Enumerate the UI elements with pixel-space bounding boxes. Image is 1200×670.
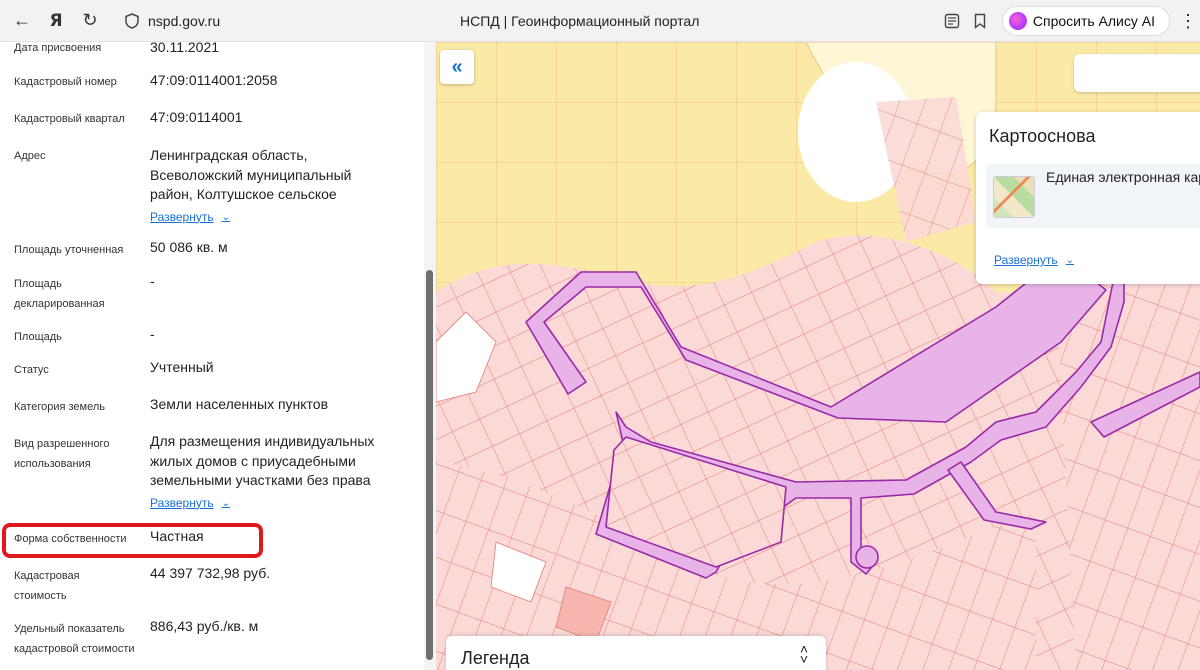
basemap-title: Картооснова <box>989 126 1096 146</box>
scrollbar-thumb[interactable] <box>426 270 433 660</box>
chevron-down-icon: ⌄ <box>221 497 230 509</box>
detail-value: Учтенный <box>150 359 214 375</box>
detail-value: 30.11.2021 <box>150 42 220 55</box>
detail-value: 47:09:0114001:2058 <box>150 72 278 88</box>
detail-label: Кадастровая стоимость <box>14 570 80 602</box>
chevron-down-icon: ⌄ <box>221 211 230 223</box>
detail-value-block: Ленинградская область, Всеволожский муни… <box>150 146 390 227</box>
detail-label: Площадь <box>14 331 62 343</box>
bookmark-icon[interactable] <box>966 7 994 35</box>
basemap-layer-name: Единая электронная картографическая осн … <box>1046 169 1200 185</box>
basemap-thumbnail <box>993 176 1035 218</box>
map-search-input[interactable] <box>1074 54 1200 92</box>
detail-value: - <box>150 273 155 289</box>
alice-button[interactable]: Спросить Алису AI <box>1001 6 1170 36</box>
detail-value-block: Для размещения индивидуальных жилых домо… <box>150 432 400 513</box>
detail-label: Статус <box>14 364 49 376</box>
detail-label: Площадь декларированная <box>14 278 105 310</box>
browser-toolbar: ← Я ↻ nspd.gov.ru НСПД | Геоинформационн… <box>0 0 1200 42</box>
alice-label: Спросить Алису AI <box>1032 13 1155 29</box>
expand-label: Развернуть <box>150 209 214 224</box>
ownership-highlight-frame <box>2 523 263 558</box>
detail-label: Кадастровый номер <box>14 76 117 88</box>
detail-value: Ленинградская область, Всеволожский муни… <box>150 147 352 202</box>
basemap-layer-item[interactable]: Единая электронная картографическая осн … <box>986 164 1200 228</box>
expand-collapse-icon[interactable]: ˄ ˅ <box>800 642 808 666</box>
detail-value: 886,43 руб./кв. м <box>150 618 259 634</box>
detail-value: 50 086 кв. м <box>150 239 228 255</box>
detail-value: Земли населенных пунктов <box>150 396 329 412</box>
expand-label: Развернуть <box>994 253 1058 267</box>
back-icon[interactable]: ← <box>8 7 36 35</box>
detail-label: Адрес <box>14 150 46 162</box>
detail-label: Кадастровый квартал <box>14 113 125 125</box>
detail-value: - <box>150 326 155 342</box>
legend-title: Легенда <box>461 648 530 668</box>
detail-label: Дата присвоения <box>14 42 102 54</box>
more-icon[interactable]: ⋮ <box>1176 6 1200 36</box>
object-details-panel: Дата присвоения 30.11.2021 Кадастровый н… <box>0 42 436 670</box>
alice-icon <box>1008 12 1027 30</box>
detail-label: Удельный показатель кадастровой стоимост… <box>14 623 135 655</box>
detail-label: Вид разрешенного использования <box>14 438 110 470</box>
page-title: НСПД | Геоинформационный портал <box>460 13 700 29</box>
yandex-logo-icon[interactable]: Я <box>42 7 70 35</box>
detail-value: Для размещения индивидуальных жилых домо… <box>150 433 375 488</box>
detail-label: Площадь уточненная <box>14 244 124 256</box>
legend-panel[interactable]: Легенда ˄ ˅ <box>446 636 826 670</box>
basemap-panel: Картооснова Единая электронная картограф… <box>976 112 1200 284</box>
map-canvas[interactable]: « Картооснова Единая электронная картогр… <box>436 42 1200 670</box>
expand-basemap-link[interactable]: Развернуть ⌄ <box>994 253 1074 267</box>
chevron-down-icon: ⌄ <box>1065 254 1074 266</box>
reader-mode-icon[interactable] <box>938 7 966 35</box>
detail-label: Категория земель <box>14 401 105 413</box>
reload-icon[interactable]: ↻ <box>76 7 104 35</box>
detail-value: 47:09:0114001 <box>150 109 243 125</box>
expand-address-link[interactable]: Развернуть ⌄ <box>150 208 230 228</box>
expand-label: Развернуть <box>150 495 214 510</box>
shield-icon[interactable] <box>122 11 142 31</box>
expand-usage-link[interactable]: Развернуть ⌄ <box>150 494 230 514</box>
collapse-panel-button[interactable]: « <box>440 50 474 84</box>
detail-value: 44 397 732,98 руб. <box>150 565 271 581</box>
address-bar[interactable]: nspd.gov.ru <box>148 13 220 29</box>
